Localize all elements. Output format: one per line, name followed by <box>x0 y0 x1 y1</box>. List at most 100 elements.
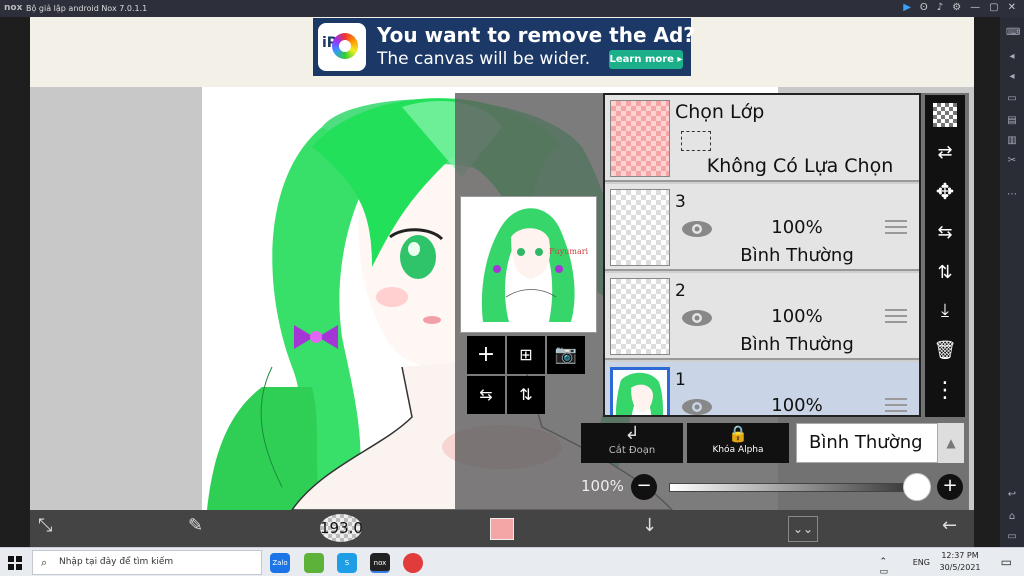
window-controls: ▶ ʘ ♪ ⚙ — ▢ ✕ <box>903 2 1016 13</box>
selection-layer-thumbnail <box>610 100 670 177</box>
more-icon[interactable]: ⋯ <box>1006 189 1018 201</box>
collapse-button[interactable]: ⌄⌄ <box>788 516 818 542</box>
volume-up-icon[interactable]: ◂ <box>1006 51 1018 63</box>
flip-vertical-button[interactable]: ⇅ <box>507 376 545 414</box>
ibispaint-icon: iP <box>318 23 366 71</box>
home-icon[interactable]: ⌂ <box>1006 511 1018 523</box>
brush-size-button[interactable]: 193.0 <box>320 514 363 542</box>
skype-app-icon[interactable]: S <box>337 553 357 573</box>
opacity-slider-knob[interactable] <box>903 473 931 501</box>
windows-start-icon[interactable] <box>8 556 22 570</box>
transform-tool-icon[interactable]: ⤡ <box>38 515 52 536</box>
brush-tool-icon[interactable]: ✎ <box>188 515 203 536</box>
layer-row[interactable]: 3 100% Bình Thường <box>605 184 919 271</box>
layer-thumbnail-art <box>615 372 663 415</box>
trash-icon[interactable]: 🗑 <box>929 335 961 367</box>
apk-icon[interactable]: ▤ <box>1006 115 1018 127</box>
more-options-icon[interactable]: ⋮ <box>929 375 961 407</box>
maximize-button[interactable]: ▢ <box>989 2 998 13</box>
preview-tools: + ⊞ 📷 ⇆ ⇅ <box>467 336 587 418</box>
swap-layer-icon[interactable]: ⇄ <box>929 137 961 169</box>
flip-layer-vertical-icon[interactable]: ⇅ <box>929 257 961 289</box>
app-toolbar: ⤡ ✎ 193.0 ↓ ⌄⌄ ← <box>30 510 974 547</box>
ad-banner[interactable]: iP You want to remove the Ad? The canvas… <box>313 18 695 76</box>
settings-icon[interactable]: ⚙ <box>952 2 961 13</box>
desktop: nox Bộ giả lập android Nox 7.0.1.1 ▶ ʘ ♪… <box>0 0 1024 576</box>
scissors-icon[interactable]: ✂ <box>1006 155 1018 167</box>
recents-icon[interactable]: ▭ <box>1006 531 1018 543</box>
windows-taskbar: ⌕ Nhập tại đây để tìm kiếm Zalo S nox ⌃ … <box>0 547 1024 576</box>
blend-mode-dropdown-icon[interactable]: ▲ <box>938 423 964 463</box>
nox-app-icon[interactable]: nox <box>370 553 390 573</box>
camera-button[interactable]: 📷 <box>547 336 585 374</box>
learn-more-button[interactable]: Learn more ▸ <box>609 50 683 69</box>
zalo-app-icon[interactable]: Zalo <box>270 553 290 573</box>
back-icon[interactable]: ↩ <box>1006 489 1018 501</box>
selection-layer-row[interactable]: Chọn Lớp Không Có Lựa Chọn <box>605 95 919 182</box>
app-icon[interactable] <box>304 553 324 573</box>
headset-icon[interactable]: ʘ <box>920 2 928 13</box>
close-button[interactable]: ✕ <box>1008 2 1016 13</box>
sound-icon[interactable]: ♪ <box>937 2 943 13</box>
drag-handle-icon[interactable] <box>885 309 907 325</box>
layer-tools: ⇄ ✥ ⇆ ⇅ ⤓ 🗑 ⋮ <box>925 95 965 417</box>
alpha-lock-button[interactable]: 🔒 Khóa Alpha <box>687 423 789 463</box>
alpha-lock-label: Khóa Alpha <box>712 445 764 455</box>
flip-horizontal-button[interactable]: ⇆ <box>467 376 505 414</box>
layer-blend-mode: Bình Thường <box>740 334 854 355</box>
drag-handle-icon[interactable] <box>885 398 907 414</box>
ad-subline: The canvas will be wider. <box>377 49 591 69</box>
keyboard-icon[interactable]: ⌨ <box>1006 27 1020 39</box>
clock-date[interactable]: 30/5/2021 <box>938 563 982 572</box>
layer-number: 1 <box>675 370 686 390</box>
eye-icon[interactable] <box>681 398 713 416</box>
layer-down-arrow-icon[interactable]: ↓ <box>642 515 657 536</box>
opacity-slider[interactable] <box>669 483 917 492</box>
eye-icon[interactable] <box>681 220 713 238</box>
minimize-button[interactable]: — <box>970 2 980 13</box>
language-indicator[interactable]: ENG <box>913 558 930 567</box>
opacity-decrease-button[interactable]: − <box>631 474 657 500</box>
add-layer-button[interactable]: + <box>467 336 505 374</box>
window-title: Bộ giả lập android Nox 7.0.1.1 <box>26 4 148 13</box>
volume-down-icon[interactable]: ◂ <box>1006 71 1018 83</box>
layer-panel: Fuyumari + ⊞ 📷 ⇆ ⇅ Chọn Lớp Không Có Lựa… <box>455 93 969 510</box>
add-layer-copy-button[interactable]: ⊞ <box>507 336 545 374</box>
eye-icon[interactable] <box>681 309 713 327</box>
opacity-increase-button[interactable]: + <box>937 474 963 500</box>
search-placeholder: Nhập tại đây để tìm kiếm <box>59 557 174 567</box>
clock-time[interactable]: 12:37 PM <box>938 551 982 560</box>
layer-thumbnail <box>610 189 670 266</box>
layer-row[interactable]: 2 100% Bình Thường <box>605 273 919 360</box>
layer-opacity: 100% <box>771 306 823 327</box>
clipping-button[interactable]: ↲ Cắt Đoạn <box>581 423 683 463</box>
notification-icon[interactable]: ▭ <box>1001 555 1012 569</box>
back-arrow-icon[interactable]: ← <box>942 515 957 536</box>
layer-number: 3 <box>675 192 686 212</box>
search-icon: ⌕ <box>41 556 48 569</box>
transparent-layer-icon[interactable] <box>929 99 961 131</box>
merge-down-icon[interactable]: ⤓ <box>929 295 961 327</box>
emulator-sidebar: ⌨ ◂ ◂ ▭ ▤ ▥ ✂ ⋯ ↩ ⌂ ▭ <box>1000 17 1024 547</box>
canvas-preview[interactable]: Fuyumari <box>460 196 597 333</box>
selection-status: Không Có Lựa Chọn <box>706 155 894 177</box>
color-swatch[interactable] <box>490 518 514 540</box>
layer-row-selected[interactable]: 1 100% <box>605 362 919 416</box>
screen-icon[interactable]: ▭ <box>1006 93 1018 105</box>
drag-handle-icon[interactable] <box>885 220 907 236</box>
opacity-row: 100% − + <box>581 469 965 503</box>
canvas-area[interactable]: Fuyumari + ⊞ 📷 ⇆ ⇅ Chọn Lớp Không Có Lựa… <box>30 87 974 510</box>
taskbar-search[interactable]: ⌕ Nhập tại đây để tìm kiếm <box>32 550 262 575</box>
browser-app-icon[interactable] <box>403 553 423 573</box>
layer-list[interactable]: Chọn Lớp Không Có Lựa Chọn 3 100% Bình T… <box>603 93 921 417</box>
ad-headline: You want to remove the Ad? <box>377 23 695 47</box>
multi-instance-icon[interactable]: ▥ <box>1006 135 1018 147</box>
android-screen: iP You want to remove the Ad? The canvas… <box>30 17 974 547</box>
tray-icons[interactable]: ⌃ ▭ ♪ <box>880 557 889 576</box>
move-icon[interactable]: ✥ <box>929 177 961 209</box>
flip-layer-horizontal-icon[interactable]: ⇆ <box>929 217 961 249</box>
nox-logo: nox <box>4 3 23 13</box>
play-icon[interactable]: ▶ <box>903 2 911 13</box>
blend-mode-select[interactable]: Bình Thường <box>796 423 938 463</box>
layer-number: 2 <box>675 281 686 301</box>
